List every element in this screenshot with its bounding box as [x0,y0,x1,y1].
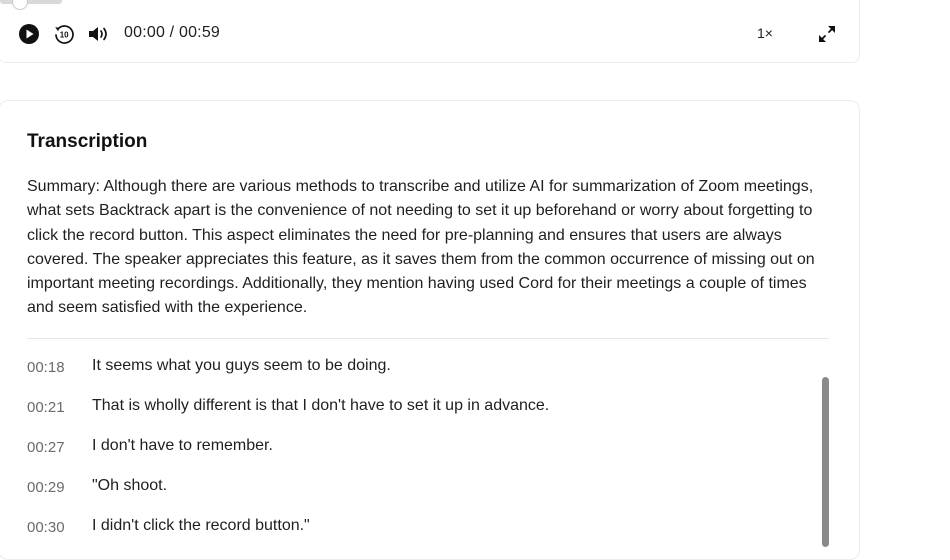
transcript-line[interactable]: 00:27 I don't have to remember. [27,437,817,477]
transcript-text: That is wholly different is that I don't… [92,397,550,414]
transcription-summary: Summary: Although there are various meth… [27,178,815,317]
fullscreen-icon [819,26,835,42]
transcript-scrollbar[interactable] [822,377,829,547]
transcript-text: I don't have to remember. [92,437,273,454]
timestamp[interactable]: 00:27 [27,437,92,456]
timestamp[interactable]: 00:29 [27,477,92,496]
divider [27,338,829,339]
transcript-line[interactable]: 00:18 It seems what you guys seem to be … [27,357,817,397]
transcript-text: I didn't click the record button." [92,517,310,534]
timestamp[interactable]: 00:21 [27,397,92,416]
svg-text:10: 10 [60,31,69,40]
transcript-line[interactable]: 00:21 That is wholly different is that I… [27,397,817,437]
transcript-text: It seems what you guys seem to be doing. [92,357,391,374]
transcript-lines: 00:18 It seems what you guys seem to be … [27,357,817,557]
volume-icon [89,27,107,41]
transcript-line[interactable]: 00:30 I didn't click the record button." [27,517,817,557]
fullscreen-button[interactable] [816,23,838,45]
play-icon [19,24,39,44]
playback-time: 00:00 / 00:59 [124,24,221,41]
transcription-title: Transcription [27,131,148,152]
transcript-text: "Oh shoot. [92,477,168,494]
rewind-10-button[interactable]: 10 [53,23,75,45]
playback-speed-button[interactable]: 1× [757,25,773,41]
play-button[interactable] [18,23,40,45]
timestamp[interactable]: 00:30 [27,517,92,536]
rewind-10-icon: 10 [55,25,74,44]
transcript-line[interactable]: 00:29 "Oh shoot. [27,477,817,517]
volume-button[interactable] [87,23,111,45]
seek-bar[interactable] [0,0,200,10]
seek-bar-track [0,0,62,4]
timestamp[interactable]: 00:18 [27,357,92,376]
